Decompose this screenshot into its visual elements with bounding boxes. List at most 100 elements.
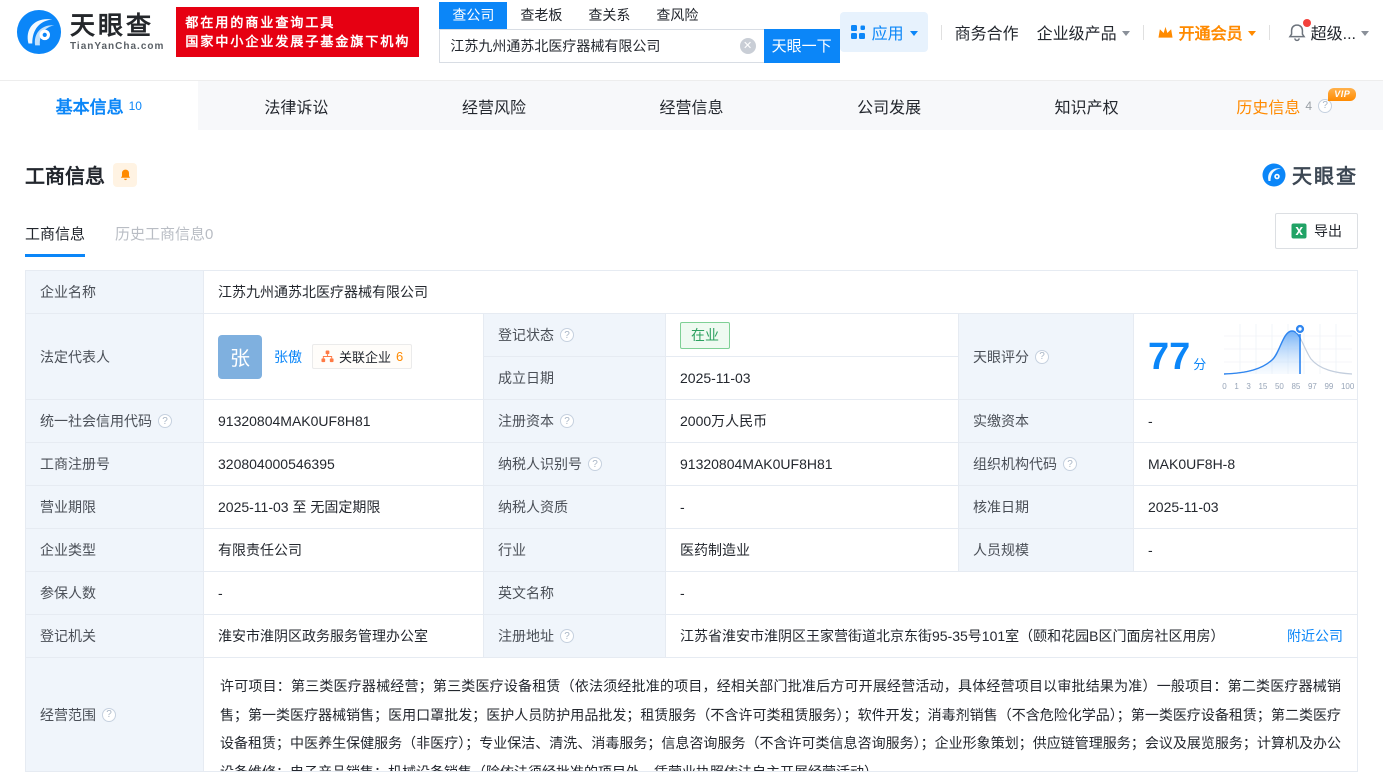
reg-capital-label: 注册资本 ? [484, 400, 666, 443]
help-icon[interactable]: ? [560, 328, 574, 342]
nav-cooperation-label: 商务合作 [955, 20, 1019, 44]
nav-business-cooperation[interactable]: 商务合作 [955, 20, 1019, 44]
company-name-value: 江苏九州通苏北医疗器械有限公司 [204, 271, 1358, 314]
score-chart-tick: 100 [1341, 382, 1354, 391]
chevron-down-icon [1248, 31, 1256, 36]
search-box: ✕ [439, 29, 763, 63]
subtab-history-business-info[interactable]: 历史工商信息0 [115, 223, 213, 257]
subscribe-bell-icon[interactable] [113, 163, 137, 187]
subtab-business-info[interactable]: 工商信息 [25, 223, 85, 257]
score-cell[interactable]: 77 分 [1134, 314, 1358, 400]
business-scope-value: 许可项目：第三类医疗器械经营；第三类医疗设备租赁（依法须经批准的项目，经相关部门… [204, 658, 1358, 772]
slogan-line-2: 国家中小企业发展子基金旗下机构 [185, 32, 410, 51]
clear-search-icon[interactable]: ✕ [740, 38, 756, 54]
search-tab-relation[interactable]: 查关系 [575, 2, 643, 29]
reg-address-value: 江苏省淮安市淮阴区王家营街道北京东街95-35号101室（颐和花园B区门面房社区… [680, 626, 1225, 646]
industry-value: 医药制造业 [666, 529, 959, 572]
score-chart-ticks: 0131550859799100 [1222, 382, 1354, 391]
tab-company-development[interactable]: 公司发展 [790, 81, 988, 130]
help-icon[interactable]: ? [102, 708, 116, 722]
tianyancha-logo-icon [1262, 163, 1286, 187]
legal-rep-cell: 张 张傲 关联企业 6 [204, 314, 484, 400]
business-term-value: 2025-11-03 至 无固定期限 [204, 486, 484, 529]
business-info-table: 企业名称 江苏九州通苏北医疗器械有限公司 法定代表人 张 张傲 关联企业 6 [25, 270, 1358, 772]
score-chart-tick: 85 [1291, 382, 1300, 391]
watermark-brand: 天眼查 [1292, 160, 1358, 189]
paid-capital-label: 实缴资本 [959, 400, 1134, 443]
help-icon[interactable]: ? [560, 414, 574, 428]
score-chart-tick: 3 [1246, 382, 1250, 391]
tab-label: 知识产权 [1055, 94, 1119, 118]
reg-address-cell: 江苏省淮安市淮阴区王家营街道北京东街95-35号101室（颐和花园B区门面房社区… [666, 615, 1358, 658]
tab-operation-risk[interactable]: 经营风险 [395, 81, 593, 130]
tianyancha-logo[interactable]: 天眼查 TianYanCha.com [16, 9, 164, 55]
legal-rep-avatar[interactable]: 张 [218, 335, 262, 379]
tab-operation-info[interactable]: 经营信息 [593, 81, 791, 130]
credit-code-value: 91320804MAK0UF8H81 [204, 400, 484, 443]
staff-size-label: 人员规模 [959, 529, 1134, 572]
english-name-label: 英文名称 [484, 572, 666, 615]
company-type-value: 有限责任公司 [204, 529, 484, 572]
top-header: 天眼查 TianYanCha.com 都在用的商业查询工具 国家中小企业发展子基… [0, 0, 1383, 64]
tab-label: 经营风险 [462, 94, 526, 118]
slogan-line-1: 都在用的商业查询工具 [185, 13, 410, 32]
business-info-subtabs: 工商信息 历史工商信息0 导出 [25, 213, 1358, 257]
score-unit: 分 [1193, 354, 1206, 373]
apps-menu-label: 应用 [872, 20, 904, 44]
company-type-label: 企业类型 [26, 529, 204, 572]
taxpayer-quality-value: - [666, 486, 959, 529]
reg-authority-value: 淮安市淮阴区政务服务管理办公室 [204, 615, 484, 658]
brand-domain: TianYanCha.com [70, 41, 164, 52]
related-companies-label: 关联企业 [339, 347, 391, 366]
help-icon[interactable]: ? [158, 414, 172, 428]
approval-date-label: 核准日期 [959, 486, 1134, 529]
search-tab-boss[interactable]: 查老板 [507, 2, 575, 29]
related-companies-badge[interactable]: 关联企业 6 [312, 344, 412, 369]
score-chart-tick: 99 [1324, 382, 1333, 391]
business-term-label: 营业期限 [26, 486, 204, 529]
tab-intellectual-property[interactable]: 知识产权 [988, 81, 1186, 130]
search-input[interactable] [450, 38, 739, 54]
divider [1143, 25, 1144, 40]
search-tab-company[interactable]: 查公司 [439, 2, 507, 29]
tab-basic-info[interactable]: 基本信息 10 [0, 81, 198, 130]
related-companies-count: 6 [396, 349, 403, 364]
search-tab-risk[interactable]: 查风险 [643, 2, 711, 29]
legal-rep-name-link[interactable]: 张傲 [274, 347, 302, 367]
help-icon[interactable]: ? [1063, 457, 1077, 471]
tab-legal-proceedings[interactable]: 法律诉讼 [198, 81, 396, 130]
nav-enterprise-products[interactable]: 企业级产品 [1037, 20, 1130, 44]
help-icon[interactable]: ? [560, 629, 574, 643]
export-button[interactable]: 导出 [1275, 213, 1358, 249]
paid-capital-value: - [1134, 400, 1358, 443]
org-code-label: 组织机构代码 ? [959, 443, 1134, 486]
tab-label: 法律诉讼 [264, 94, 328, 118]
taxpayer-id-label: 纳税人识别号 ? [484, 443, 666, 486]
help-icon[interactable]: ? [588, 457, 602, 471]
company-name-label: 企业名称 [26, 271, 204, 314]
section-title: 工商信息 [25, 160, 105, 189]
establish-date-value: 2025-11-03 [666, 357, 959, 400]
search-button[interactable]: 天眼一下 [764, 29, 840, 63]
notification-bell-icon[interactable] [1287, 22, 1307, 43]
company-detail-tabs: 基本信息 10 法律诉讼 经营风险 经营信息 公司发展 知识产权 VIP 历史信… [0, 80, 1383, 130]
tab-history-info[interactable]: VIP 历史信息 4 ? [1185, 81, 1383, 130]
export-label: 导出 [1314, 221, 1342, 241]
apps-menu-button[interactable]: 应用 [840, 12, 928, 52]
reg-capital-value: 2000万人民币 [666, 400, 959, 443]
business-scope-label: 经营范围 ? [26, 658, 204, 772]
search-bar: ✕ 天眼一下 [439, 29, 839, 63]
reg-authority-label: 登记机关 [26, 615, 204, 658]
help-icon[interactable]: ? [1035, 350, 1049, 364]
tab-label: 历史信息 [1236, 94, 1300, 118]
reg-address-label: 注册地址 ? [484, 615, 666, 658]
taxpayer-id-value: 91320804MAK0UF8H81 [666, 443, 959, 486]
divider [1269, 25, 1270, 40]
brand-name: 天眼查 [70, 13, 164, 39]
main-content: 工商信息 天眼查 工商信息 历史工商信息0 [0, 160, 1383, 772]
nav-open-vip[interactable]: 开通会员 [1157, 20, 1256, 44]
org-structure-icon [321, 350, 334, 363]
nearby-companies-link[interactable]: 附近公司 [1287, 626, 1343, 646]
user-name-label: 超级... [1311, 20, 1356, 44]
nav-user-menu[interactable]: 超级... [1311, 20, 1369, 44]
